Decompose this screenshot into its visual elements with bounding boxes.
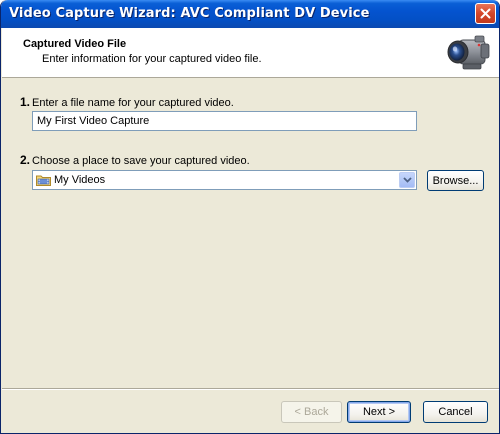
next-button[interactable]: Next > — [347, 401, 411, 423]
dropdown-button[interactable] — [399, 172, 415, 188]
footer-divider — [2, 388, 499, 390]
browse-button[interactable]: Browse... — [427, 170, 484, 191]
filename-value: My First Video Capture — [37, 115, 150, 127]
filename-input[interactable]: My First Video Capture — [32, 111, 417, 131]
step2-label: 2. Choose a place to save your captured v… — [20, 153, 250, 167]
my-videos-folder-icon — [36, 175, 51, 186]
title-bar[interactable]: Video Capture Wizard: AVC Compliant DV D… — [1, 0, 499, 28]
save-location-value: My Videos — [54, 174, 106, 186]
save-location-select[interactable]: My Videos — [32, 170, 417, 190]
close-icon — [480, 8, 491, 19]
chevron-down-icon — [402, 177, 412, 183]
back-button[interactable]: < Back — [281, 401, 342, 423]
camcorder-icon — [447, 35, 490, 70]
browse-label: Browse... — [432, 174, 479, 187]
step2-text: Choose a place to save your captured vid… — [32, 155, 250, 167]
back-label: < Back — [294, 406, 329, 418]
next-label: Next > — [362, 406, 396, 418]
cancel-label: Cancel — [438, 406, 473, 418]
step2-number: 2. — [20, 153, 31, 167]
page-subtitle: Enter information for your captured vide… — [42, 53, 262, 65]
step1-number: 1. — [20, 95, 31, 109]
cancel-button[interactable]: Cancel — [423, 401, 488, 423]
step1-text: Enter a file name for your captured vide… — [32, 97, 234, 109]
wizard-window: Video Capture Wizard: AVC Compliant DV D… — [0, 0, 500, 434]
step1-label: 1. Enter a file name for your captured vi… — [20, 95, 234, 109]
window-title: Video Capture Wizard: AVC Compliant DV D… — [9, 6, 370, 21]
page-title: Captured Video File — [23, 38, 127, 50]
close-button[interactable] — [475, 3, 496, 24]
wizard-header: Captured Video File Enter information fo… — [2, 28, 499, 78]
